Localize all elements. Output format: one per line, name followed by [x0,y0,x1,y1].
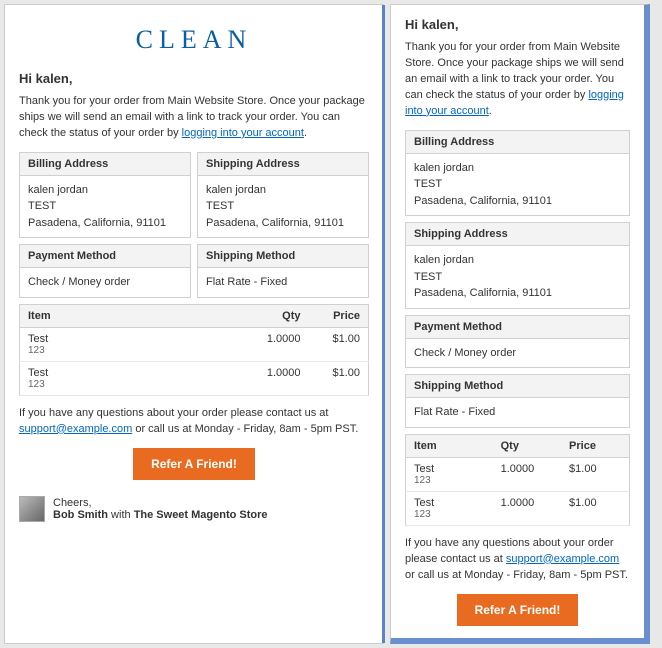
shipmethod-head: Shipping Method [406,375,629,398]
contact-post: or call us at Monday - Friday, 8am - 5pm… [132,423,358,435]
payment-head: Payment Method [20,245,190,268]
table-row: Test123 1.0000 $1.00 [20,361,369,395]
intro-suffix: . [489,105,492,117]
item-name: Test [414,497,485,509]
payment-method-box: Payment Method Check / Money order [405,315,630,369]
footer-cheers: Cheers, [53,497,268,509]
shipping-address-box: Shipping Address kalen jordan TEST Pasad… [405,222,630,309]
col-price: Price [309,304,369,327]
billing-address-box: Billing Address kalen jordan TEST Pasade… [19,152,191,239]
contact-text: If you have any questions about your ord… [405,536,630,584]
greeting: Hi kalen, [405,17,630,32]
shipping-line2: TEST [206,198,360,215]
payment-body: Check / Money order [406,339,629,368]
payment-body: Check / Money order [20,268,190,297]
table-row: Test123 1.0000 $1.00 [406,457,630,491]
billing-city: Pasadena, California, 91101 [414,193,621,210]
table-row: Test123 1.0000 $1.00 [20,327,369,361]
item-sku: 123 [414,475,485,486]
payment-method-box: Payment Method Check / Money order [19,244,191,298]
billing-address-box: Billing Address kalen jordan TEST Pasade… [405,130,630,217]
shipping-head: Shipping Address [198,153,368,176]
shipmethod-body: Flat Rate - Fixed [198,268,368,297]
brand-logo: CLEAN [19,25,369,55]
scroll-track [382,5,385,643]
support-email-link[interactable]: support@example.com [506,553,619,565]
billing-line2: TEST [28,198,182,215]
footer-store: The Sweet Magento Store [134,509,268,521]
payment-head: Payment Method [406,316,629,339]
item-price: $1.00 [561,491,629,525]
item-name: Test [414,463,485,475]
item-sku: 123 [414,509,485,520]
refer-friend-button[interactable]: Refer A Friend! [133,448,255,480]
shipping-name: kalen jordan [206,182,360,199]
item-price: $1.00 [561,457,629,491]
intro-text: Thank you for your order from Main Websi… [19,94,369,142]
col-item: Item [20,304,249,327]
contact-text: If you have any questions about your ord… [19,406,369,438]
shipmethod-body: Flat Rate - Fixed [406,398,629,427]
billing-head: Billing Address [406,131,629,154]
item-qty: 1.0000 [493,491,561,525]
footer-with: with [108,509,134,521]
shipping-city: Pasadena, California, 91101 [206,215,360,232]
shipping-name: kalen jordan [414,252,621,269]
table-row: Test123 1.0000 $1.00 [406,491,630,525]
footer-name: Bob Smith [53,509,108,521]
item-qty: 1.0000 [249,327,309,361]
refer-friend-button[interactable]: Refer A Friend! [457,594,579,626]
intro-suffix: . [304,127,307,139]
email-desktop-preview: CLEAN Hi kalen, Thank you for your order… [4,4,384,644]
col-qty: Qty [249,304,309,327]
item-name: Test [28,333,241,345]
item-qty: 1.0000 [249,361,309,395]
billing-line2: TEST [414,176,621,193]
shipping-head: Shipping Address [406,223,629,246]
email-mobile-preview: Hi kalen, Thank you for your order from … [390,4,650,644]
shipping-method-box: Shipping Method Flat Rate - Fixed [405,374,630,428]
shipmethod-head: Shipping Method [198,245,368,268]
col-price: Price [561,434,629,457]
support-email-link[interactable]: support@example.com [19,423,132,435]
item-price: $1.00 [309,361,369,395]
order-items-table: Item Qty Price Test123 1.0000 $1.00 Test… [19,304,369,396]
avatar [19,496,45,522]
item-sku: 123 [28,345,241,356]
shipping-address-box: Shipping Address kalen jordan TEST Pasad… [197,152,369,239]
item-qty: 1.0000 [493,457,561,491]
col-item: Item [406,434,493,457]
item-price: $1.00 [309,327,369,361]
contact-post: or call us at Monday - Friday, 8am - 5pm… [405,569,628,581]
billing-name: kalen jordan [28,182,182,199]
billing-head: Billing Address [20,153,190,176]
shipping-line2: TEST [414,269,621,286]
col-qty: Qty [493,434,561,457]
account-link[interactable]: logging into your account [182,127,304,139]
contact-pre: If you have any questions about your ord… [19,407,328,419]
shipping-method-box: Shipping Method Flat Rate - Fixed [197,244,369,298]
item-name: Test [28,367,241,379]
greeting: Hi kalen, [19,71,369,86]
shipping-city: Pasadena, California, 91101 [414,285,621,302]
order-items-table: Item Qty Price Test123 1.0000 $1.00 Test… [405,434,630,526]
billing-name: kalen jordan [414,160,621,177]
email-footer: Cheers, Bob Smith with The Sweet Magento… [19,496,369,522]
intro-text: Thank you for your order from Main Websi… [405,40,630,120]
billing-city: Pasadena, California, 91101 [28,215,182,232]
item-sku: 123 [28,379,241,390]
